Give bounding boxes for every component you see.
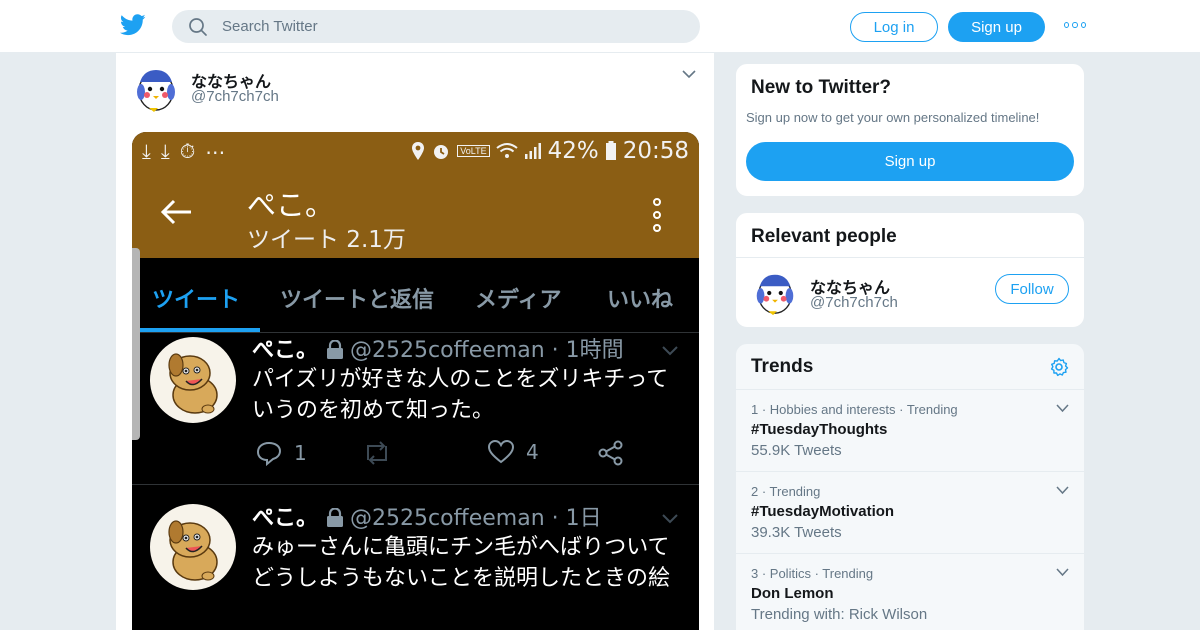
ghost-character-icon xyxy=(137,70,175,112)
heart-icon xyxy=(488,440,514,464)
signup-button[interactable]: Sign up xyxy=(948,12,1045,42)
profile-tweet-count: ツイート 2.1万 xyxy=(247,227,406,253)
tweet-text: みゅーさんに亀頭にチン毛がへばりついてどうしようもないことを説明したときの絵 xyxy=(252,535,671,591)
signal-icon xyxy=(524,143,541,159)
tweet-media-image[interactable]: ⤓ ⤓ ⏱ ⋯ VoLTE 42% 20:58 ぺこ。 ツイート 2.1万 ツイ… xyxy=(132,132,699,630)
chevron-down-icon[interactable] xyxy=(1056,404,1069,413)
trend-meta: 2 · Trending xyxy=(751,484,821,499)
search-bar[interactable] xyxy=(172,10,700,43)
chevron-down-icon xyxy=(662,346,678,356)
back-arrow-icon xyxy=(160,199,191,225)
avatar[interactable] xyxy=(750,267,800,317)
retweet-action xyxy=(362,440,392,466)
dog-avatar-icon xyxy=(150,504,236,590)
tab-media: メディア xyxy=(475,288,562,313)
reply-icon xyxy=(256,441,282,466)
more-notifications-icon: ⋯ xyxy=(205,142,226,164)
more-options-icon[interactable] xyxy=(1064,22,1086,30)
tweet-text: パイズリが好きな人のことをズリキチっていうのを初めて知った。 xyxy=(252,367,669,423)
chevron-down-icon[interactable] xyxy=(682,69,696,79)
lock-icon xyxy=(327,508,344,527)
trend-name[interactable]: Don Lemon xyxy=(751,585,834,602)
signup-button[interactable]: Sign up xyxy=(746,142,1074,181)
trend-item[interactable]: 2 · Trending #TuesdayMotivation 39.3K Tw… xyxy=(736,471,1084,553)
card-title: Trends xyxy=(751,356,814,377)
wifi-icon xyxy=(495,143,518,158)
tweet-actions: 1 4 xyxy=(252,440,692,470)
card-subtitle: Sign up now to get your own personalized… xyxy=(746,110,1040,125)
tab-tweets-and-replies: ツイートと返信 xyxy=(280,288,435,313)
card-title: New to Twitter? xyxy=(751,77,892,98)
author-handle[interactable]: @7ch7ch7ch xyxy=(191,88,279,105)
trend-name[interactable]: #TuesdayMotivation xyxy=(751,503,894,520)
relevant-people-card: Relevant people ななちゃん @7ch7ch7ch Follow xyxy=(735,212,1085,328)
alarm-icon xyxy=(434,145,449,159)
list-item: ぺこ。 @2525coffeeman · 1日 みゅーさんに亀頭にチン毛がへばりつ… xyxy=(132,486,699,630)
profile-title: ぺこ。 xyxy=(247,188,335,222)
trend-name[interactable]: #TuesdayThoughts xyxy=(751,421,887,438)
ghost-character-icon xyxy=(756,274,794,316)
chevron-down-icon[interactable] xyxy=(1056,568,1069,577)
lock-icon xyxy=(327,340,344,359)
location-pin-icon xyxy=(412,142,425,160)
battery-percent: 42% xyxy=(547,138,599,164)
card-title: Relevant people xyxy=(751,226,897,247)
tab-likes: いいね xyxy=(607,288,674,313)
trend-count: 39.3K Tweets xyxy=(751,524,842,541)
search-icon xyxy=(189,17,207,36)
share-icon xyxy=(598,440,623,466)
tab-tweets: ツイート xyxy=(152,288,241,313)
phone-status-bar: ⤓ ⤓ ⏱ ⋯ VoLTE 42% 20:58 xyxy=(132,138,699,164)
settings-gear-icon[interactable] xyxy=(1049,357,1069,377)
dog-avatar-icon xyxy=(150,337,236,423)
clock-time: 20:58 xyxy=(622,138,689,164)
trend-meta: 3 · Politics · Trending xyxy=(751,566,874,581)
follow-button[interactable]: Follow xyxy=(995,274,1069,304)
tweet-author: ぺこ。 @2525coffeeman · 1時間 xyxy=(252,338,624,363)
profile-header: ⤓ ⤓ ⏱ ⋯ VoLTE 42% 20:58 ぺこ。 ツイート 2.1万 xyxy=(132,132,699,258)
retweet-icon xyxy=(367,441,387,465)
person-handle[interactable]: @7ch7ch7ch xyxy=(810,294,898,311)
trend-item[interactable]: 3 · Politics · Trending Don Lemon Trendi… xyxy=(736,553,1084,630)
active-tab-indicator xyxy=(132,328,260,332)
new-to-twitter-card: New to Twitter? Sign up now to get your … xyxy=(735,63,1085,197)
chevron-down-icon[interactable] xyxy=(1056,486,1069,495)
profile-tabs: ツイート ツイートと返信 メディア いいね xyxy=(132,258,699,333)
download-icon: ⤓ xyxy=(160,141,170,163)
battery-icon xyxy=(605,141,616,160)
tweet-author: ぺこ。 @2525coffeeman · 1日 xyxy=(252,506,602,531)
like-action: 4 xyxy=(488,440,539,464)
share-action xyxy=(598,440,624,466)
chevron-down-icon xyxy=(662,514,678,524)
login-button[interactable]: Log in xyxy=(850,12,938,42)
download-icon: ⤓ xyxy=(142,141,151,163)
search-input[interactable] xyxy=(222,18,662,35)
volte-label: VoLTE xyxy=(457,145,490,157)
trend-count: 55.9K Tweets xyxy=(751,442,842,459)
trends-card: Trends 1 · Hobbies and interests · Trend… xyxy=(735,343,1085,630)
avatar[interactable] xyxy=(130,62,182,114)
tweet-column: ななちゃん @7ch7ch7ch ⤓ ⤓ ⏱ ⋯ VoLTE 42% 20:58… xyxy=(115,53,715,630)
divider xyxy=(736,257,1084,258)
stopwatch-icon: ⏱ xyxy=(179,141,196,163)
trend-count: Trending with: Rick Wilson xyxy=(751,606,928,623)
trend-meta: 1 · Hobbies and interests · Trending xyxy=(751,402,958,417)
twitter-bird-icon[interactable] xyxy=(120,13,146,37)
overflow-menu-icon xyxy=(652,198,662,232)
top-navigation-bar: Log in Sign up xyxy=(0,0,1200,53)
reply-action: 1 xyxy=(256,440,307,466)
list-item: ぺこ。 @2525coffeeman · 1時間 パイズリが好きな人のことをズリキ… xyxy=(132,334,699,485)
trend-item[interactable]: 1 · Hobbies and interests · Trending #Tu… xyxy=(736,389,1084,471)
